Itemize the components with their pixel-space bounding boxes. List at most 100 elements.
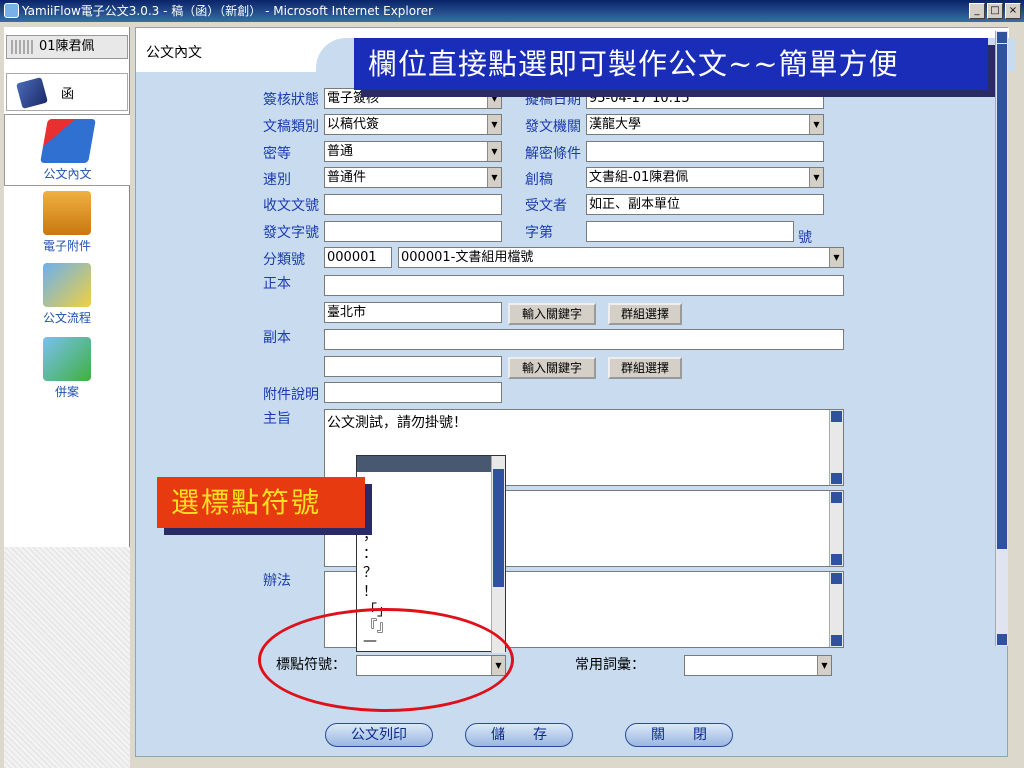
speed-select[interactable]: 普通件 ▼ xyxy=(324,167,502,188)
chevron-down-icon: ▼ xyxy=(809,168,823,187)
user-name: 01陳君佩 xyxy=(6,35,128,59)
drafter-select[interactable]: 文書組-01陳君佩 ▼ xyxy=(586,167,824,188)
sidebar: 01陳君佩 函 公文內文 電子附件 公文流程 併案 xyxy=(4,27,130,768)
sidebar-pattern xyxy=(4,547,130,768)
secrecy-label: 密等 xyxy=(263,146,291,162)
drafter-value: 文書組-01陳君佩 xyxy=(589,170,689,185)
send-org-value: 漢龍大學 xyxy=(589,117,642,132)
attach-note-field[interactable] xyxy=(324,382,502,403)
method-scrollbar[interactable] xyxy=(829,572,843,647)
word-no-field[interactable] xyxy=(586,221,794,242)
callout-banner: 選標點符號 xyxy=(157,477,365,528)
workflow-arrows-icon xyxy=(43,263,91,307)
nav-label: 公文流程 xyxy=(42,311,91,325)
dropdown-option[interactable]: ； xyxy=(363,524,377,544)
scroll-down-icon[interactable] xyxy=(831,473,842,484)
send-no-field[interactable] xyxy=(324,221,502,242)
draft-date-label: 擬稿日期 xyxy=(525,92,581,108)
category-label: 函 xyxy=(61,87,75,102)
secrecy-value: 普通 xyxy=(327,144,354,159)
chevron-down-icon: ▼ xyxy=(487,168,501,187)
main-copy-field[interactable] xyxy=(324,275,844,296)
zip-folder-icon xyxy=(43,191,91,235)
dropdown-option[interactable]: ？ xyxy=(363,562,377,582)
subject-text: 公文測試，請勿掛號！ xyxy=(327,415,467,431)
dropdown-highlight xyxy=(357,456,493,472)
cc-field[interactable] xyxy=(324,329,844,350)
minimize-button[interactable]: _ xyxy=(969,3,985,19)
scroll-up-icon[interactable] xyxy=(831,573,842,584)
main-copy-keyword-button[interactable]: 輸入關鍵字 xyxy=(508,303,596,325)
nav-item-attachment[interactable]: 電子附件 xyxy=(4,191,130,259)
main-copy-keyword-field[interactable]: 臺北市 xyxy=(324,302,502,323)
word-no-label: 字第 xyxy=(525,225,553,241)
recipient-field[interactable]: 如正、副本單位 xyxy=(586,194,824,215)
phrases-select[interactable]: ▼ xyxy=(684,655,832,676)
cc-keyword-button[interactable]: 輸入關鍵字 xyxy=(508,357,596,379)
close-window-button[interactable]: × xyxy=(1005,3,1021,19)
nav-item-workflow[interactable]: 公文流程 xyxy=(4,263,130,331)
panel-title: 公文內文 xyxy=(146,45,202,61)
chevron-down-icon: ▼ xyxy=(487,142,501,161)
cc-group-button[interactable]: 群組選擇 xyxy=(608,357,682,379)
scroll-up-icon[interactable] xyxy=(997,32,1007,43)
speed-value: 普通件 xyxy=(327,170,367,185)
chevron-down-icon: ▼ xyxy=(487,89,501,108)
draft-type-select[interactable]: 以稿代簽 ▼ xyxy=(324,114,502,135)
secrecy-select[interactable]: 普通 ▼ xyxy=(324,141,502,162)
send-org-select[interactable]: 漢龍大學 ▼ xyxy=(586,114,824,135)
nav-item-merge[interactable]: 併案 xyxy=(4,337,130,405)
speed-label: 速別 xyxy=(263,172,291,188)
category-code-field[interactable]: 000001 xyxy=(324,247,392,268)
drafter-label: 創稿 xyxy=(525,172,553,188)
recv-no-field[interactable] xyxy=(324,194,502,215)
nav-item-content[interactable]: 公文內文 xyxy=(4,114,130,186)
category-label: 分類號 xyxy=(263,252,305,268)
dropdown-option[interactable]: ： xyxy=(363,543,377,563)
cc-label: 副本 xyxy=(263,330,291,346)
subject-scrollbar[interactable] xyxy=(829,410,843,485)
cc-keyword-field[interactable] xyxy=(324,356,502,377)
dropdown-option[interactable]: ！ xyxy=(363,581,377,601)
status-label: 簽核狀態 xyxy=(263,92,319,108)
document-stack-icon xyxy=(39,119,96,163)
print-button[interactable]: 公文列印 xyxy=(325,723,433,747)
page-scrollbar[interactable] xyxy=(995,31,1008,646)
highlight-ellipse xyxy=(258,608,514,712)
attach-note-label: 附件說明 xyxy=(263,387,319,403)
close-button[interactable]: 關 閉 xyxy=(625,723,733,747)
chevron-down-icon: ▼ xyxy=(487,115,501,134)
scroll-thumb[interactable] xyxy=(997,44,1007,549)
scroll-down-icon[interactable] xyxy=(997,634,1007,645)
scroll-thumb[interactable] xyxy=(493,469,504,587)
status-select[interactable]: 電子簽核 ▼ xyxy=(324,88,502,109)
scroll-down-icon[interactable] xyxy=(831,635,842,646)
scroll-up-icon[interactable] xyxy=(831,492,842,503)
send-org-label: 發文機關 xyxy=(525,119,581,135)
chevron-down-icon: ▼ xyxy=(817,656,831,675)
main-copy-group-button[interactable]: 群組選擇 xyxy=(608,303,682,325)
window-title: YamiiFlow電子公文3.0.3 - 稿（函）（新創） - Microsof… xyxy=(22,4,434,18)
status-value: 電子簽核 xyxy=(327,91,380,106)
nav-label: 電子附件 xyxy=(42,239,91,253)
maximize-button[interactable]: □ xyxy=(987,3,1003,19)
category-select[interactable]: 000001-文書組用檔號 ▼ xyxy=(398,247,844,268)
category-value: 000001-文書組用檔號 xyxy=(401,250,534,265)
phrases-label: 常用詞彙： xyxy=(575,657,645,673)
draft-type-value: 以稿代簽 xyxy=(327,117,380,132)
recv-no-label: 收文文號 xyxy=(263,198,319,214)
main-copy-label: 正本 xyxy=(263,276,291,292)
save-button[interactable]: 儲 存 xyxy=(465,723,573,747)
subject-label: 主旨 xyxy=(263,411,291,427)
scroll-down-icon[interactable] xyxy=(831,554,842,565)
scroll-up-icon[interactable] xyxy=(831,411,842,422)
description-scrollbar[interactable] xyxy=(829,491,843,566)
book-icon xyxy=(16,77,48,109)
chevron-down-icon: ▼ xyxy=(829,248,843,267)
draft-type-label: 文稿類別 xyxy=(263,119,319,135)
instruction-banner: 欄位直接點選即可製作公文~~簡單方便 xyxy=(354,38,988,90)
dropdown-scrollbar[interactable] xyxy=(491,456,505,653)
draft-date-field[interactable]: 95-04-17 10:15 xyxy=(586,88,824,109)
method-label: 辦法 xyxy=(263,573,291,589)
declassify-field[interactable] xyxy=(586,141,824,162)
